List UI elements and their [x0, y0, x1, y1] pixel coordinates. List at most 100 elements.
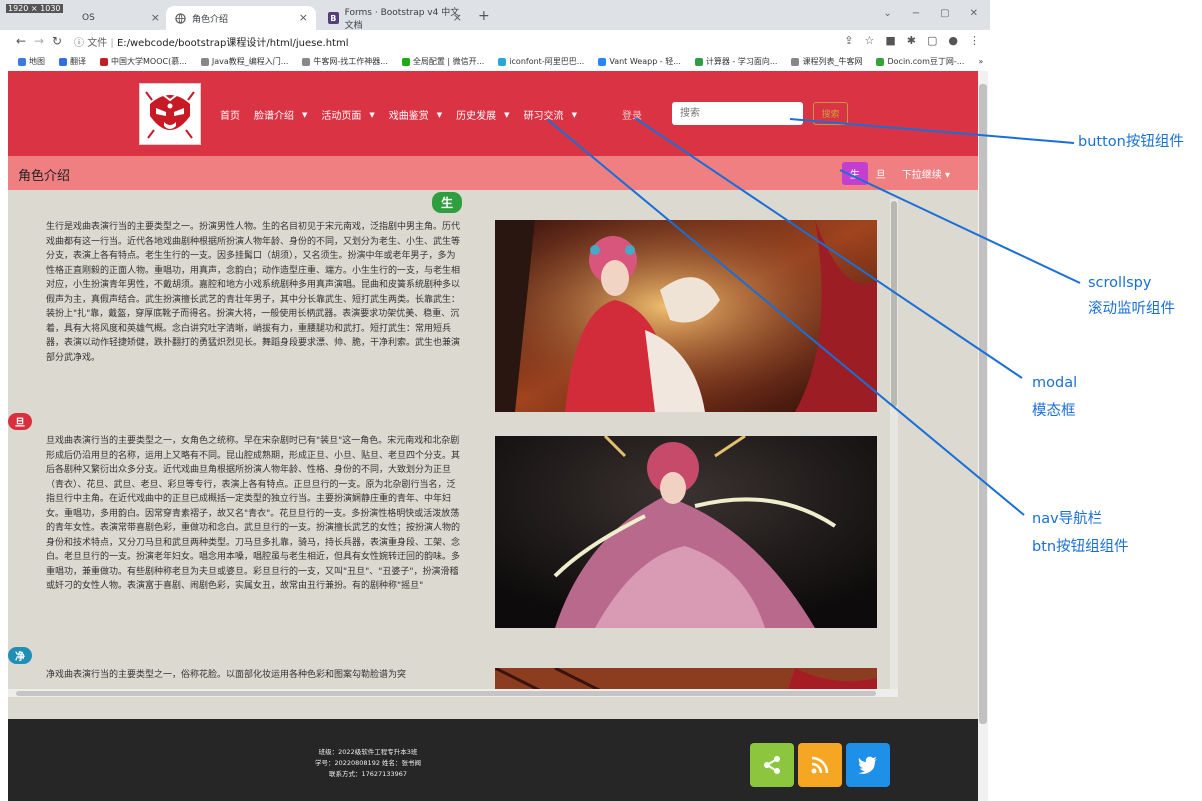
bookmark-favicon-icon [200, 57, 209, 66]
rss-button[interactable] [798, 743, 842, 787]
annotation-nav: nav导航栏 [1032, 511, 1103, 527]
annotation-btn-group: btn按钮组组件 [1032, 539, 1129, 555]
nav-item[interactable]: 历史发展 ▼ [456, 107, 510, 123]
nav-item-label: 活动页面 [321, 111, 362, 122]
nav-item-label: 戏曲鉴赏 [388, 111, 429, 122]
nav-item[interactable]: 首页 [220, 107, 240, 122]
tab-juese[interactable]: 角色介绍 × [166, 6, 316, 30]
extension-icon[interactable]: ■ [885, 34, 895, 47]
bookmark-favicon-icon [876, 57, 885, 66]
bookmark-favicon-icon [100, 57, 108, 66]
tab-label: Forms · Bootstrap v4 中文文档 [344, 8, 460, 31]
minimize-button[interactable]: − [912, 8, 920, 19]
new-tab-button[interactable]: + [478, 8, 490, 24]
sheng-photo [495, 220, 877, 412]
twitter-button[interactable] [846, 743, 890, 787]
nav-item-label: 首页 [220, 111, 240, 122]
bookmark-item[interactable]: 牛客网-找工作神器... [302, 56, 388, 67]
tab-search-icon[interactable]: ⌄ [883, 8, 891, 19]
sidebar-icon[interactable]: ▢ [927, 34, 937, 47]
login-link[interactable]: 登录 [622, 107, 642, 122]
nav-item[interactable]: 活动页面 ▼ [321, 107, 375, 123]
tab-label: OS [82, 13, 95, 23]
bookmark-item[interactable]: 地图 [18, 56, 45, 67]
footer-contact: 联系方式：17627133967 [329, 770, 407, 778]
bookmark-favicon-icon [18, 57, 26, 66]
bookmark-label: Java教程_编程入门... [211, 57, 289, 66]
search-button[interactable]: 搜索 [813, 102, 848, 125]
chevron-down-icon: ▼ [436, 110, 443, 119]
page-icon [16, 12, 28, 24]
forward-arrow-icon[interactable]: → [30, 34, 48, 48]
bookmark-label: Vant Weapp - 轻... [609, 57, 681, 66]
url-text: E:/webcode/bootstrap课程设计/html/juese.html [116, 37, 349, 49]
search-input[interactable] [672, 102, 803, 125]
reload-icon[interactable]: ↻ [48, 34, 66, 48]
nav-item[interactable]: 研习交流 ▼ [523, 107, 577, 123]
nav-menu: 首页 脸谱介绍 ▼ 活动页面 ▼ 戏曲鉴赏 ▼ 历史发展 ▼ 研习交流 ▼ [220, 107, 591, 123]
annotation-button: button按钮组件 [1078, 134, 1184, 150]
url-field[interactable]: ⓘ 文件 | E:/webcode/bootstrap课程设计/html/jue… [74, 34, 349, 49]
chevron-down-icon: ▼ [369, 110, 375, 119]
page-vertical-scroll-thumb[interactable] [979, 84, 987, 724]
scrollspy-item[interactable]: 下拉继续 ▾ [894, 162, 958, 185]
bookmark-favicon-icon [694, 57, 703, 66]
scrollspy-item[interactable]: 旦 [868, 162, 894, 185]
bookmarks-overflow-icon[interactable]: » [978, 57, 983, 66]
bookmarks-bar: 地图 翻译 中国大学MOOC(慕... Java教程_编程入门... 牛客网-找工作神器… [0, 52, 990, 71]
bookmark-item[interactable]: 计算器 - 学习面向... [694, 56, 778, 67]
bookmark-star-icon[interactable]: ☆ [864, 34, 874, 47]
bootstrap-icon: B [328, 12, 339, 24]
scrollspy-item[interactable]: 生 [841, 162, 868, 185]
content-vertical-scroll-thumb[interactable] [891, 201, 897, 407]
nav-item-label: 脸谱介绍 [254, 111, 294, 122]
bookmark-label: Docin.com豆丁网-... [887, 57, 965, 66]
tab-label: 角色介绍 [192, 14, 229, 25]
bookmark-item[interactable]: 全局配置 | 微信开... [401, 56, 485, 67]
globe-icon [174, 12, 186, 24]
chevron-down-icon: ▼ [504, 110, 510, 119]
content-horizontal-scroll-thumb[interactable] [16, 691, 876, 696]
maximize-button[interactable]: ▢ [940, 8, 949, 19]
nav-item[interactable]: 戏曲鉴赏 ▼ [388, 107, 443, 123]
close-window-button[interactable]: ✕ [970, 8, 978, 19]
annotation-modal-cn: 模态框 [1032, 403, 1076, 419]
share-page-icon[interactable]: ⇪ [844, 34, 853, 47]
resolution-badge: 1920 × 1030 [6, 4, 63, 13]
rss-icon [811, 756, 829, 774]
bookmark-label: 地图 [29, 57, 45, 66]
jing-badge: 净 [8, 647, 32, 664]
annotation-modal: modal [1032, 375, 1078, 391]
tab-close-icon[interactable]: × [453, 11, 462, 24]
nav-item[interactable]: 脸谱介绍 ▼ [254, 107, 307, 123]
bookmark-item[interactable]: Docin.com豆丁网-... [876, 56, 964, 67]
address-bar: ← → ↻ ⓘ 文件 | E:/webcode/bootstrap课程设计/ht… [0, 30, 990, 52]
bookmark-item[interactable]: 课程列表_牛客网 [791, 56, 862, 67]
bookmark-label: 全局配置 | 微信开... [412, 57, 485, 66]
share-button[interactable] [750, 743, 794, 787]
scrollspy-content[interactable]: 生 生行是戏曲表演行当的主要类型之一。扮演男性人物。生的名目初见于宋元南戏，泛指… [8, 190, 898, 695]
bookmark-favicon-icon [598, 57, 607, 66]
screenshot-root: OS × 角色介绍 × B Forms · Bootstrap v4 中文文档 … [0, 0, 1202, 801]
url-separator: | [110, 37, 114, 49]
back-arrow-icon[interactable]: ← [12, 34, 30, 48]
footer-class: 班级：2022级软件工程专升本3班 [318, 748, 418, 756]
opera-mask-logo[interactable] [139, 83, 201, 145]
bookmark-label: 翻译 [70, 57, 86, 66]
bookmark-item[interactable]: iconfont-阿里巴巴... [498, 56, 584, 67]
bookmark-label: 计算器 - 学习面向... [705, 57, 778, 66]
puzzle-icon[interactable]: ✱ [907, 34, 916, 47]
nav-item-label: 研习交流 [523, 111, 564, 122]
tab-bootstrap-forms[interactable]: B Forms · Bootstrap v4 中文文档 × [320, 6, 470, 31]
menu-icon[interactable]: ⋮ [969, 34, 980, 47]
bookmark-item[interactable]: 翻译 [59, 56, 86, 67]
bookmark-item[interactable]: Java教程_编程入门... [200, 56, 289, 67]
footer: 班级：2022级软件工程专升本3班 学号：20220808192 姓名：张书阀 … [8, 719, 978, 801]
chevron-down-icon: ▼ [571, 110, 577, 119]
bookmark-item[interactable]: 中国大学MOOC(慕... [100, 56, 187, 67]
profile-avatar[interactable]: ● [948, 34, 958, 47]
tab-close-icon[interactable]: × [299, 11, 308, 24]
bookmark-favicon-icon [791, 57, 800, 66]
bookmark-item[interactable]: Vant Weapp - 轻... [598, 56, 681, 67]
tab-close-icon[interactable]: × [151, 11, 160, 24]
